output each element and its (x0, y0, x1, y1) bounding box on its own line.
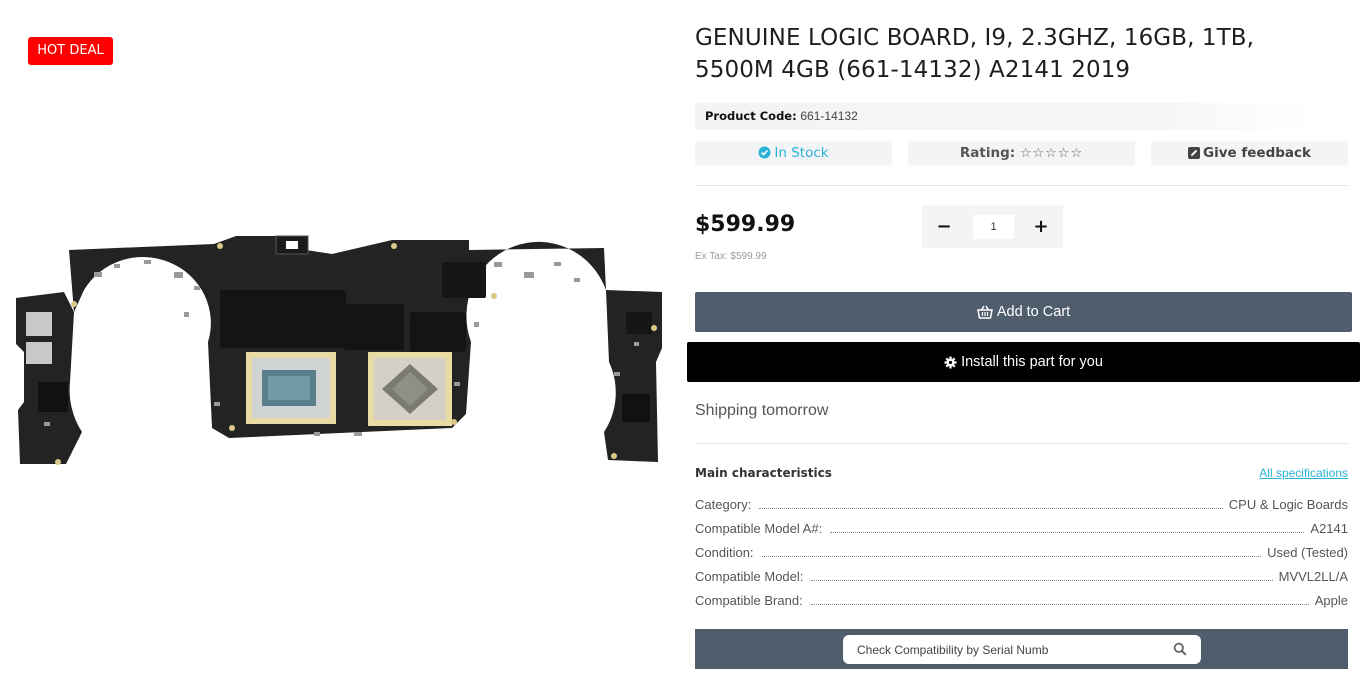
spec-row: Category: CPU & Logic Boards (695, 496, 1348, 512)
gear-icon (944, 356, 957, 369)
rating: Rating: ☆☆☆☆☆ (908, 141, 1135, 165)
price: $599.99 (695, 212, 796, 237)
quantity-decrease-button[interactable]: − (924, 205, 964, 248)
main-characteristics-heading: Main characteristics (695, 466, 832, 480)
give-feedback-button[interactable]: Give feedback (1151, 141, 1348, 165)
spec-value: Used (Tested) (1267, 545, 1348, 560)
product-code-label: Product Code: (705, 109, 797, 123)
dotted-leader (811, 580, 1273, 581)
divider (695, 185, 1348, 186)
compatibility-search-box (843, 635, 1201, 664)
hot-deal-badge: HOT DEAL (28, 37, 113, 65)
compatibility-check-bar (695, 629, 1348, 669)
product-title: GENUINE LOGIC BOARD, I9, 2.3GHZ, 16GB, 1… (695, 25, 1255, 83)
spec-row: Compatible Brand: Apple (695, 592, 1348, 608)
logic-board-image (16, 235, 662, 465)
stock-status: In Stock (695, 141, 892, 165)
add-to-cart-button[interactable]: Add to Cart (695, 292, 1352, 332)
product-code-value: 661-14132 (800, 109, 858, 123)
spec-row: Compatible Model A#: A2141 (695, 520, 1348, 536)
spec-label: Compatible Brand: (695, 593, 803, 608)
dotted-leader (761, 556, 1262, 557)
spec-row: Condition: Used (Tested) (695, 544, 1348, 560)
spec-label: Compatible Model A#: (695, 521, 823, 536)
quantity-stepper: − + (922, 205, 1063, 248)
check-circle-icon (758, 143, 771, 167)
stock-label: In Stock (774, 145, 829, 161)
spec-label: Category: (695, 497, 752, 512)
rating-stars: ☆☆☆☆☆ (1019, 146, 1084, 161)
ex-tax-price: Ex Tax: $599.99 (695, 251, 767, 262)
give-feedback-label: Give feedback (1203, 145, 1311, 161)
serial-number-input[interactable] (857, 640, 1157, 659)
spec-value: A2141 (1310, 521, 1348, 536)
dotted-leader (830, 532, 1305, 533)
shipping-info: Shipping tomorrow (695, 402, 829, 419)
rating-label: Rating: (959, 145, 1016, 161)
install-part-button[interactable]: Install this part for you (687, 342, 1360, 382)
quantity-increase-button[interactable]: + (1021, 205, 1061, 248)
search-icon[interactable] (1173, 642, 1187, 661)
quantity-input[interactable] (973, 215, 1014, 239)
spec-label: Compatible Model: (695, 569, 804, 584)
spec-label: Condition: (695, 545, 754, 560)
spec-value: CPU & Logic Boards (1228, 497, 1348, 512)
divider (695, 443, 1348, 444)
product-image[interactable] (14, 232, 664, 468)
edit-icon (1188, 143, 1201, 167)
dotted-leader (759, 508, 1223, 509)
product-code: Product Code: 661-14132 (695, 103, 1315, 130)
add-to-cart-label: Add to Cart (996, 304, 1071, 320)
spec-value: MVVL2LL/A (1278, 569, 1348, 584)
basket-icon (976, 305, 993, 319)
spec-value: Apple (1314, 593, 1348, 608)
spec-row: Compatible Model: MVVL2LL/A (695, 568, 1348, 584)
dotted-leader (810, 604, 1309, 605)
install-part-label: Install this part for you (961, 354, 1103, 370)
all-specifications-link[interactable]: All specifications (1200, 466, 1348, 480)
